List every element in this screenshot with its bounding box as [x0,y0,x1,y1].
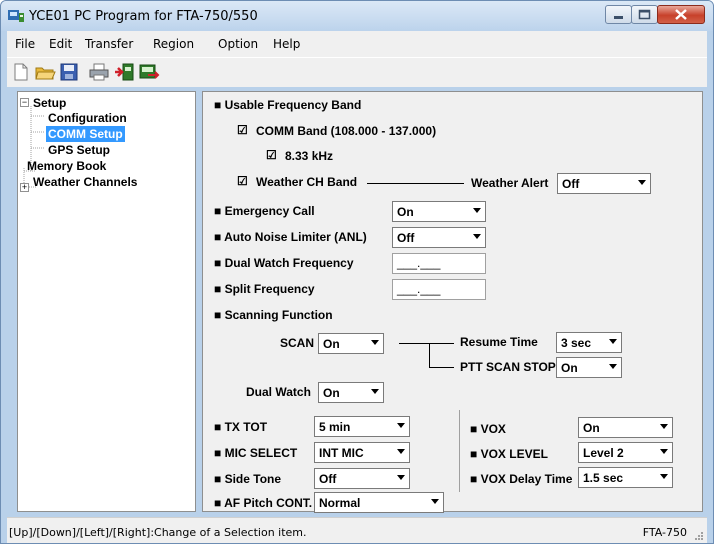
comm-setup-panel: ■ Usable Frequency Band ☑ COMM Band (108… [202,91,703,513]
scanning-function-label: ■ Scanning Function [214,308,333,322]
print-icon[interactable] [88,62,110,82]
dual-watch-select[interactable]: On [318,382,384,403]
title-bar[interactable]: YCE01 PC Program for FTA-750/550 [1,1,713,31]
minimize-icon [614,16,623,19]
vox-level-label: ■ VOX LEVEL [470,447,548,461]
tx-tot-select[interactable]: 5 min [314,416,410,437]
weather-alert-label: Weather Alert [471,176,549,190]
chevron-down-icon [638,180,646,185]
ptt-scan-stop-label: PTT SCAN STOP [460,360,556,374]
scan-connector-line [399,343,429,344]
toolbar [7,57,707,87]
chevron-down-icon [660,449,668,454]
menu-option[interactable]: Option [218,37,258,51]
menu-transfer[interactable]: Transfer [85,37,133,51]
chevron-down-icon [609,339,617,344]
scan-label: SCAN [280,336,315,350]
weather-expand-toggle[interactable]: + [20,183,29,192]
minimize-button[interactable] [605,5,632,24]
tree-item-setup[interactable]: Setup [33,96,66,110]
anl-label: ■ Auto Noise Limiter (ANL) [214,230,367,244]
vox-delay-label: ■ VOX Delay Time [470,472,573,486]
scan-select[interactable]: On [318,333,384,354]
resize-grip-icon[interactable] [693,530,703,540]
tree-item-gps-setup[interactable]: GPS Setup [48,143,110,157]
menu-edit[interactable]: Edit [49,37,72,51]
radio-app-icon [8,10,24,22]
dual-watch-label: Dual Watch [246,385,311,399]
emergency-call-select[interactable]: On [392,201,486,222]
status-hint: [Up]/[Down]/[Left]/[Right]:Change of a S… [9,526,307,539]
save-disk-icon[interactable] [58,62,80,82]
side-tone-label: ■ Side Tone [214,472,282,486]
maximize-button[interactable] [631,5,658,24]
comm-band-checkbox[interactable]: ☑ [237,123,248,137]
chevron-down-icon [397,423,405,428]
menu-file[interactable]: File [15,37,35,51]
close-icon [675,9,687,20]
read-from-radio-icon[interactable] [114,62,136,82]
tree-item-weather-channels[interactable]: Weather Channels [33,175,137,189]
chevron-down-icon [473,208,481,213]
setup-collapse-toggle[interactable]: − [20,98,29,107]
emergency-call-label: ■ Emergency Call [214,204,315,218]
resume-time-label: Resume Time [460,335,538,349]
menu-bar: File Edit Transfer Region Option Help [7,31,707,57]
vox-select[interactable]: On [578,417,673,438]
comm-band-label: COMM Band (108.000 - 137.000) [256,124,437,138]
window-title: YCE01 PC Program for FTA-750/550 [29,9,258,24]
menu-region[interactable]: Region [153,37,194,51]
close-button[interactable] [657,5,705,24]
mic-select-select[interactable]: INT MIC [314,442,410,463]
vox-delay-select[interactable]: 1.5 sec [578,467,673,488]
split-frequency-label: ■ Split Frequency [214,282,315,296]
dual-watch-frequency-label: ■ Dual Watch Frequency [214,256,354,270]
tree-item-memory-book[interactable]: Memory Book [27,159,106,173]
resume-connector-line [429,343,454,344]
af-pitch-select[interactable]: Normal [314,492,444,513]
anl-select[interactable]: Off [392,227,486,248]
open-folder-icon[interactable] [34,62,56,82]
status-model: FTA-750 [642,526,687,539]
new-document-icon[interactable] [10,62,32,82]
menu-help[interactable]: Help [273,37,300,51]
app-window: YCE01 PC Program for FTA-750/550 File Ed… [0,0,714,544]
usable-frequency-band-heading: ■ Usable Frequency Band [214,98,362,112]
chevron-down-icon [660,474,668,479]
status-bar: [Up]/[Down]/[Left]/[Right]:Change of a S… [7,517,707,543]
af-pitch-label: ■ AF Pitch CONT. [214,496,313,510]
vox-divider [459,410,460,492]
chevron-down-icon [609,364,617,369]
vox-level-select[interactable]: Level 2 [578,442,673,463]
chevron-down-icon [660,424,668,429]
khz-checkbox[interactable]: ☑ [266,148,277,162]
vox-label: ■ VOX [470,422,506,436]
tx-tot-label: ■ TX TOT [214,420,268,434]
maximize-icon [638,9,651,20]
chevron-down-icon [371,340,379,345]
weather-ch-band-checkbox[interactable]: ☑ [237,174,248,188]
mic-select-label: ■ MIC SELECT [214,446,298,460]
weather-connector-line [367,183,464,184]
ptt-connector-line [429,367,454,368]
chevron-down-icon [397,475,405,480]
dual-watch-frequency-input[interactable]: ___.___ [392,253,486,274]
resume-time-select[interactable]: 3 sec [556,332,622,353]
ptt-scan-stop-select[interactable]: On [556,357,622,378]
chevron-down-icon [473,234,481,239]
tree-item-configuration[interactable]: Configuration [48,111,127,125]
scan-branch-line [429,343,430,368]
split-frequency-input[interactable]: ___.___ [392,279,486,300]
chevron-down-icon [431,499,439,504]
write-to-radio-icon[interactable] [138,62,160,82]
chevron-down-icon [371,389,379,394]
weather-ch-band-label: Weather CH Band [256,175,358,189]
weather-alert-select[interactable]: Off [557,173,651,194]
tree-item-comm-setup[interactable]: COMM Setup [46,126,125,142]
side-tone-select[interactable]: Off [314,468,410,489]
chevron-down-icon [397,449,405,454]
settings-tree: − Setup Configuration COMM Setup GPS Set… [17,91,196,512]
khz-label: 8.33 kHz [285,149,334,163]
